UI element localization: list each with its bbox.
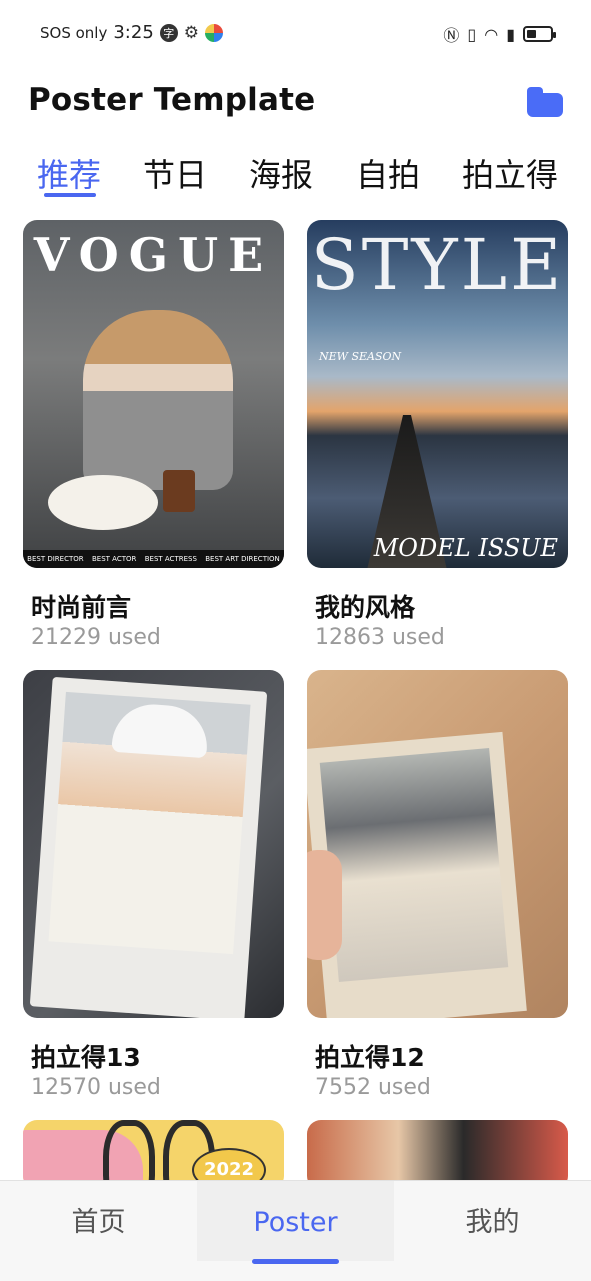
template-title: 我的风格 [315,593,416,622]
thumbnail-title-text: STYLE [310,224,565,306]
alert-icon: ▮ [506,24,515,44]
template-thumbnail[interactable]: VOGUE BEST DIRECTOR BEST ACTOR BEST ACTRES… [23,220,284,568]
template-title: 拍立得13 [31,1043,141,1072]
template-thumbnail[interactable]: STYLE NEW SEASON MODEL ISSUE [307,220,568,568]
status-bar: SOS only 3:25 字 ⚙ Ⓝ ▯ ◠ ▮ [0,0,591,66]
template-card[interactable]: STYLE NEW SEASON MODEL ISSUE 我的风格 12863 … [307,220,568,650]
font-badge-icon: 字 [159,23,178,42]
bottom-navigation: 首页 Poster 我的 [0,1180,591,1281]
template-used-count: 12570 used [31,1075,161,1100]
tab-instant[interactable]: 拍立得 [462,150,558,196]
wifi-icon: ◠ [484,24,499,44]
template-title: 时尚前言 [31,593,132,622]
battery-icon [523,26,556,42]
template-used-count: 12863 used [315,625,445,650]
nav-poster[interactable]: Poster [197,1181,394,1261]
app-header: Poster Template [28,82,568,126]
tab-indicator [44,193,96,197]
thumbnail-subtitle-text: NEW SEASON [319,350,402,363]
tab-poster[interactable]: 海报 [249,150,313,196]
page-title: Poster Template [28,82,316,118]
nav-mine[interactable]: 我的 [394,1181,591,1261]
nav-indicator [252,1259,339,1264]
template-thumbnail[interactable] [23,670,284,1018]
template-used-count: 21229 used [31,625,161,650]
nfc-icon: Ⓝ [443,26,460,45]
status-time: 3:25 [113,22,154,43]
vibrate-icon: ▯ [467,24,477,44]
thumbnail-title-text: VOGUE [33,228,274,282]
tab-festival[interactable]: 节日 [143,150,207,196]
category-tabs: 推荐 节日 海报 自拍 拍立得 [0,150,591,200]
tab-recommend[interactable]: 推荐 [37,150,101,196]
carrier-label: SOS only [40,23,108,42]
template-card[interactable]: VOGUE BEST DIRECTOR BEST ACTOR BEST ACTRES… [23,220,284,650]
template-used-count: 7552 used [315,1075,431,1100]
tab-selfie[interactable]: 自拍 [356,150,420,196]
nav-home[interactable]: 首页 [0,1181,197,1261]
thumbnail-caption-text: MODEL ISSUE [373,534,558,562]
template-card[interactable]: 拍立得13 12570 used [23,670,284,1100]
app-color-icon [205,23,224,42]
template-thumbnail[interactable] [307,670,568,1018]
template-card[interactable]: 拍立得12 7552 used [307,670,568,1100]
folder-icon[interactable] [527,87,563,117]
template-title: 拍立得12 [315,1043,425,1072]
gear-icon: ⚙ [183,22,200,43]
